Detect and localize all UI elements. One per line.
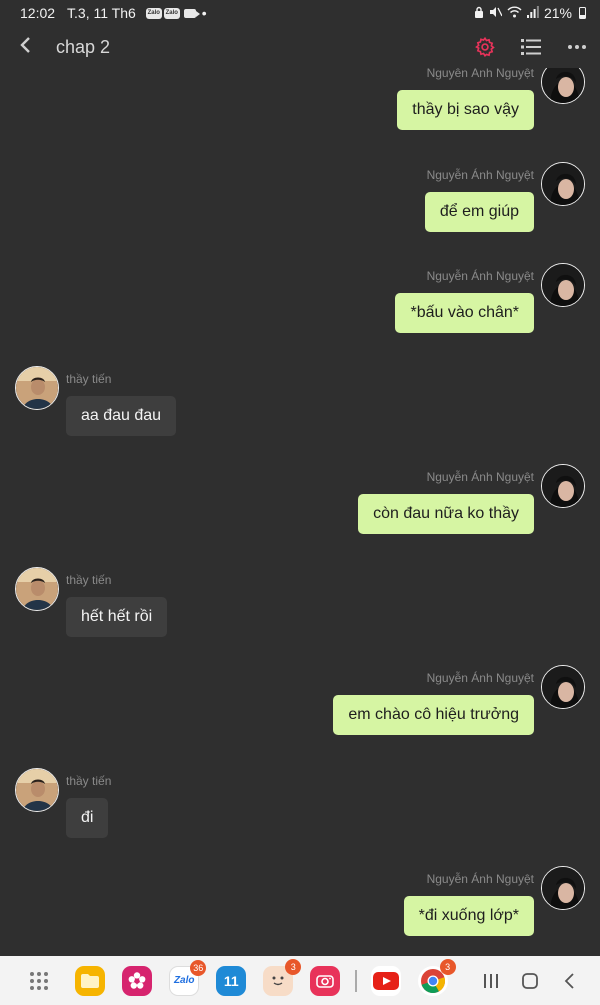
face-app-badge: 3 [285, 958, 302, 975]
calendar-app-icon[interactable]: 11 [216, 965, 247, 996]
sender-name: Nguyễn Ánh Nguyệt [426, 168, 534, 182]
signal-icon [526, 5, 539, 21]
dock-separator [355, 969, 357, 992]
sender-avatar[interactable] [541, 665, 585, 709]
header-actions [472, 34, 590, 60]
sender-name: Nguyễn Ánh Nguyệt [426, 470, 534, 484]
status-indicators: 21% [474, 5, 586, 21]
back-arrow-icon[interactable] [10, 32, 40, 62]
status-time: 12:02 [20, 5, 56, 21]
chrome-app-icon[interactable]: 3 [417, 958, 456, 996]
sender-name: Nguyễn Ánh Nguyệt [426, 671, 534, 685]
sender-name: thầy tiến [66, 774, 112, 788]
face-app-icon[interactable]: 3 [263, 958, 302, 996]
calendar-day-label: 11 [223, 972, 239, 989]
chat-message-list[interactable]: Nguyễn Ánh Nguyệt thầy bị sao vậy Nguyễn… [0, 68, 600, 956]
message-bubble[interactable]: *đi xuống lớp* [403, 896, 534, 936]
blossom-app-icon[interactable] [122, 965, 153, 996]
message-bubble[interactable]: còn đau nữa ko thầy [358, 494, 534, 534]
zalo-badge: 36 [190, 959, 207, 976]
camera-app-icon[interactable] [310, 965, 341, 996]
zalo-notification-icon: Zalo [145, 7, 162, 19]
sender-avatar[interactable] [15, 768, 59, 812]
list-menu-icon[interactable] [518, 34, 544, 60]
chat-header: chap 2 [0, 26, 600, 68]
sender-avatar[interactable] [541, 68, 585, 104]
message-bubble[interactable]: *bấu vào chân* [395, 293, 534, 333]
message-bubble[interactable]: thầy bị sao vậy [397, 90, 534, 130]
status-date: T.3, 11 Th6 [67, 5, 136, 21]
battery-percent: 21% [543, 5, 572, 21]
back-nav-icon[interactable] [557, 968, 582, 994]
navigation-dock: Zalo 36 11 3 3 [0, 956, 600, 1005]
zalo-app-label: Zalo [173, 975, 195, 986]
sender-name: thầy tiến [66, 372, 112, 386]
settings-gear-icon[interactable] [472, 34, 498, 60]
sender-avatar[interactable] [541, 464, 585, 508]
sender-avatar[interactable] [541, 263, 585, 307]
files-app-icon[interactable] [75, 965, 106, 996]
message-bubble[interactable]: hết hết rồi [66, 597, 168, 637]
sender-name: Nguyễn Ánh Nguyệt [426, 68, 534, 80]
sender-avatar[interactable] [15, 366, 59, 410]
video-notification-icon [183, 8, 200, 18]
message-bubble[interactable]: để em giúp [424, 192, 534, 232]
home-icon[interactable] [518, 968, 543, 994]
sender-avatar[interactable] [541, 866, 585, 910]
more-options-icon[interactable] [564, 34, 590, 60]
sender-avatar[interactable] [541, 162, 585, 206]
app-drawer-icon[interactable] [28, 970, 49, 992]
mute-icon [489, 6, 503, 21]
message-bubble[interactable]: em chào cô hiệu trưởng [333, 695, 534, 735]
sender-name: Nguyễn Ánh Nguyệt [426, 872, 534, 886]
lock-status-icon [474, 6, 484, 21]
youtube-app-icon[interactable] [370, 965, 401, 996]
recent-apps-icon[interactable] [479, 968, 504, 994]
sender-name: Nguyễn Ánh Nguyệt [426, 269, 534, 283]
more-notifications-dot: • [201, 5, 207, 21]
wifi-icon [507, 6, 522, 21]
status-bar: 12:02 T.3, 11 Th6 Zalo Zalo • 21% [0, 0, 600, 26]
message-bubble[interactable]: aa đau đau [66, 396, 177, 436]
message-bubble[interactable]: đi [66, 798, 109, 838]
chrome-badge: 3 [439, 958, 456, 975]
sender-name: thầy tiến [66, 573, 112, 587]
zalo-notification-icon-2: Zalo [163, 7, 180, 19]
battery-icon [579, 7, 586, 19]
sender-avatar[interactable] [15, 567, 59, 611]
chat-title: chap 2 [56, 36, 111, 57]
zalo-app-icon[interactable]: Zalo 36 [169, 959, 207, 996]
